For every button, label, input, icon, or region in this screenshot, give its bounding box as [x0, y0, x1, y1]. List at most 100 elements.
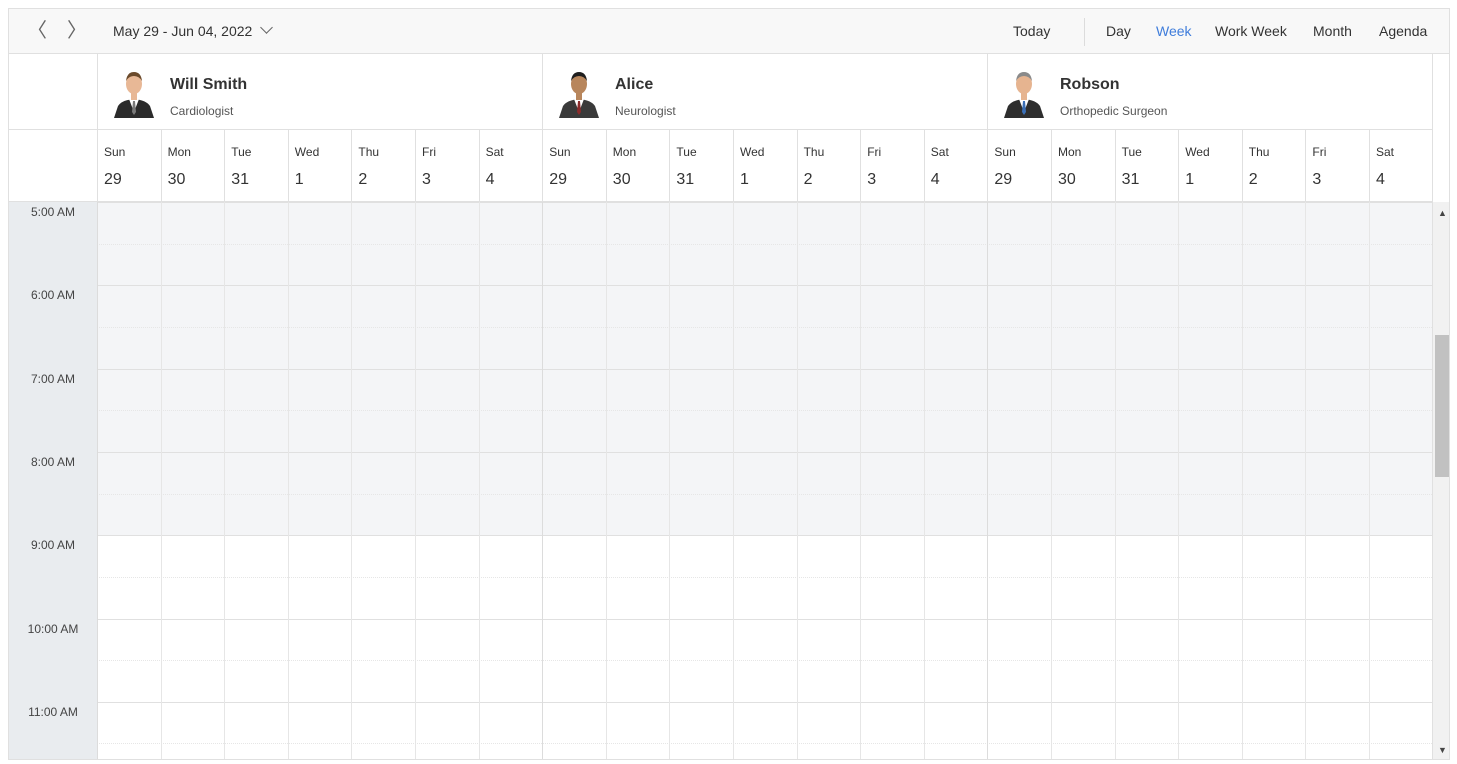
day-date[interactable]: 31 — [676, 171, 694, 189]
day-date[interactable]: 3 — [867, 171, 876, 189]
day-date[interactable]: 29 — [994, 171, 1012, 189]
time-label: 6:00 AM — [30, 288, 76, 303]
date-header-cell[interactable]: Fri 3 — [415, 130, 479, 202]
day-date[interactable]: 2 — [804, 171, 813, 189]
date-header-cell[interactable]: Thu 2 — [796, 130, 861, 202]
day-gridline — [1115, 202, 1116, 759]
scroll-down-icon[interactable]: ▼ — [1433, 745, 1449, 755]
time-label: 10:00 AM — [27, 621, 79, 636]
hour-gridline — [97, 535, 1432, 537]
day-date[interactable]: 1 — [295, 171, 304, 189]
day-gridline — [1305, 202, 1306, 759]
day-gridline — [161, 202, 162, 759]
scroll-up-icon[interactable]: ▲ — [1433, 208, 1449, 218]
hour-gridline — [97, 618, 1432, 620]
view-agenda-button[interactable]: Agenda — [1379, 9, 1427, 54]
day-gridline — [1178, 202, 1179, 759]
hour-gridline — [97, 451, 1432, 453]
day-name: Wed — [294, 145, 320, 159]
half-hour-gridline — [97, 243, 1432, 245]
date-header-cell[interactable]: Wed 1 — [1178, 130, 1242, 202]
toolbar: 〈 〉 May 29 - Jun 04, 2022 Today Day Week… — [9, 9, 1449, 54]
date-header-cell[interactable]: Sat 4 — [923, 130, 988, 202]
date-header-cell[interactable]: Thu 2 — [351, 130, 415, 202]
resource-name: Will Smith — [170, 76, 248, 93]
date-header-cell[interactable]: Tue 31 — [1114, 130, 1179, 202]
day-gridline — [224, 202, 225, 759]
date-header-cell[interactable]: Thu 2 — [1241, 130, 1306, 202]
day-date[interactable]: 31 — [1122, 171, 1140, 189]
avatar — [112, 66, 156, 118]
date-header-cell[interactable]: Tue 31 — [224, 130, 288, 202]
date-header-cell[interactable]: Tue 31 — [669, 130, 733, 202]
view-work-week-button[interactable]: Work Week — [1215, 9, 1287, 54]
next-icon[interactable]: 〉 — [67, 9, 87, 54]
day-date[interactable]: 30 — [1058, 171, 1076, 189]
calendar-grid[interactable] — [97, 202, 1432, 759]
resource-name: Robson — [1060, 76, 1120, 93]
day-date[interactable]: 1 — [1185, 171, 1194, 189]
view-month-button[interactable]: Month — [1313, 9, 1352, 54]
avatar — [557, 66, 601, 118]
day-name: Fri — [867, 145, 882, 159]
day-date[interactable]: 30 — [613, 171, 631, 189]
today-button[interactable]: Today — [1013, 9, 1050, 54]
half-hour-gridline — [97, 576, 1432, 578]
time-label: 9:00 AM — [30, 538, 76, 553]
day-gridline — [542, 202, 543, 759]
day-date[interactable]: 2 — [358, 171, 367, 189]
day-date[interactable]: 3 — [422, 171, 431, 189]
view-week-button[interactable]: Week — [1156, 9, 1192, 54]
vertical-scrollbar[interactable]: ▲ ▼ — [1432, 202, 1449, 759]
day-name: Sun — [549, 145, 571, 159]
day-name: Mon — [612, 145, 637, 159]
day-name: Thu — [358, 145, 380, 159]
previous-icon[interactable]: 〈 — [27, 9, 47, 54]
date-header-cell[interactable]: Sat 4 — [1369, 130, 1433, 202]
date-header-cell[interactable]: Wed 1 — [733, 130, 797, 202]
time-label: 5:00 AM — [30, 205, 76, 219]
date-header-cell[interactable]: Sun 29 — [987, 130, 1051, 202]
day-name: Sat — [485, 145, 504, 159]
resource-designation: Cardiologist — [170, 104, 234, 118]
toolbar-separator — [1084, 18, 1085, 46]
date-header-cell[interactable]: Mon 30 — [605, 130, 670, 202]
day-date[interactable]: 31 — [231, 171, 249, 189]
day-date[interactable]: 4 — [1376, 171, 1385, 189]
day-date[interactable]: 29 — [104, 171, 122, 189]
day-date[interactable]: 1 — [740, 171, 749, 189]
date-header-cell[interactable]: Mon 30 — [160, 130, 225, 202]
chevron-down-icon — [260, 21, 274, 34]
avatar — [1002, 66, 1046, 118]
scheduler: 〈 〉 May 29 - Jun 04, 2022 Today Day Week… — [8, 8, 1450, 760]
date-header-cell[interactable]: Sun 29 — [97, 130, 161, 202]
day-gridline — [479, 202, 480, 759]
date-range-picker[interactable]: May 29 - Jun 04, 2022 — [113, 9, 274, 54]
hour-gridline — [97, 701, 1432, 703]
resource-designation: Neurologist — [615, 104, 676, 118]
day-date[interactable]: 3 — [1312, 171, 1321, 189]
day-date[interactable]: 4 — [486, 171, 495, 189]
date-header-cell[interactable]: Sun 29 — [542, 130, 606, 202]
day-name: Thu — [803, 145, 825, 159]
date-header-cell[interactable]: Fri 3 — [1305, 130, 1369, 202]
day-date[interactable]: 30 — [168, 171, 186, 189]
date-header-cell[interactable]: Wed 1 — [287, 130, 352, 202]
day-name: Mon — [167, 145, 191, 159]
view-day-button[interactable]: Day — [1106, 9, 1131, 54]
resource-designation: Orthopedic Surgeon — [1060, 104, 1168, 118]
day-date[interactable]: 4 — [931, 171, 940, 189]
day-name: Tue — [1121, 145, 1142, 159]
date-header-cell[interactable]: Sat 4 — [478, 130, 543, 202]
scroll-thumb[interactable] — [1435, 335, 1449, 477]
day-name: Sun — [994, 145, 1016, 159]
time-slot-row[interactable] — [97, 702, 1432, 759]
day-name: Thu — [1248, 145, 1270, 159]
day-date[interactable]: 29 — [549, 171, 567, 189]
day-date[interactable]: 2 — [1249, 171, 1258, 189]
date-header-cell[interactable]: Mon 30 — [1051, 130, 1115, 202]
day-gridline — [987, 202, 988, 759]
half-hour-gridline — [97, 743, 1432, 745]
time-label: 7:00 AM — [30, 371, 76, 386]
date-header-cell[interactable]: Fri 3 — [860, 130, 924, 202]
